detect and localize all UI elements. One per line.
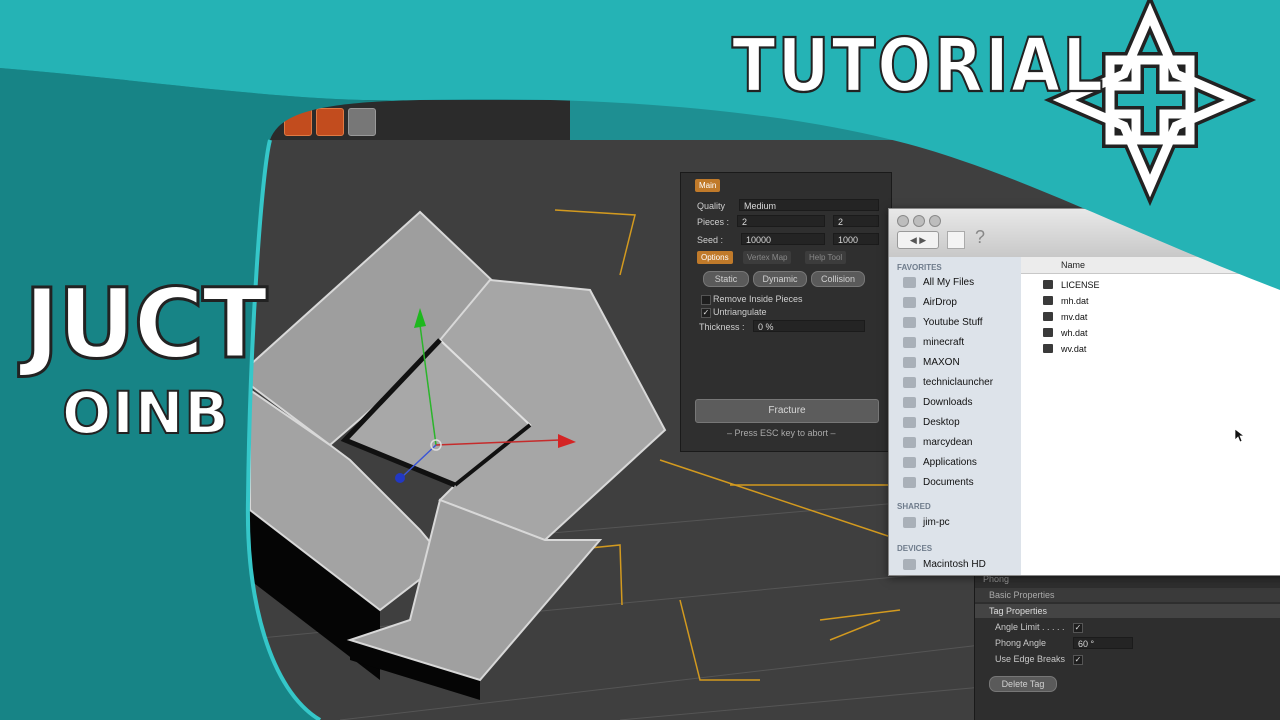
tutorial-title: TUTORIAL	[731, 24, 1106, 110]
channel-name-line2: OINB	[61, 379, 230, 447]
channel-name-line1: JUCT	[23, 268, 270, 380]
video-frame: Main Quality Medium Pieces : 2 2 Seed : …	[0, 0, 1280, 720]
